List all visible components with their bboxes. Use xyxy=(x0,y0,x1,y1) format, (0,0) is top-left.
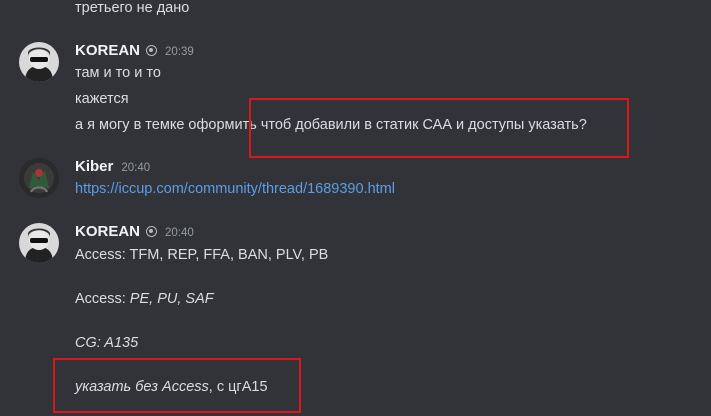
message-text: Access: PE, PU, SAF xyxy=(75,289,214,309)
message-header: Kiber 20:40 xyxy=(75,158,150,175)
italic-text: указать без Access xyxy=(75,379,209,395)
message-text: третьего не дано xyxy=(75,0,190,16)
avatar-korean[interactable] xyxy=(19,223,59,263)
shield-badge-icon[interactable] xyxy=(146,226,158,237)
timestamp[interactable]: 20:40 xyxy=(121,162,150,174)
chat-messages: третьего не дано KOREAN 20:39 там и то и… xyxy=(0,0,711,416)
shield-badge-icon[interactable] xyxy=(146,45,158,56)
avatar-korean[interactable] xyxy=(19,42,59,82)
access-value: PE, PU, SAF xyxy=(129,291,214,307)
message-header: KOREAN 20:40 xyxy=(75,223,194,240)
timestamp[interactable]: 20:39 xyxy=(165,46,194,58)
avatar-image xyxy=(19,158,59,198)
avatar-kiber[interactable] xyxy=(19,158,59,198)
message-text: Access: TFM, REP, FFA, BAN, PLV, PB xyxy=(75,247,329,263)
username[interactable]: KOREAN xyxy=(75,42,140,59)
message-text: а я могу в темке оформить чтоб добавили … xyxy=(75,117,587,133)
message-link[interactable]: https://iccup.com/community/thread/16893… xyxy=(75,179,395,199)
username[interactable]: Kiber xyxy=(75,158,113,175)
message-text: указать без Access, с цгА15 xyxy=(75,377,268,397)
avatar-image xyxy=(19,223,59,263)
access-label: Access: xyxy=(75,291,130,307)
message-header: KOREAN 20:39 xyxy=(75,42,194,59)
plain-text: , с цгА15 xyxy=(208,379,268,395)
avatar-image xyxy=(19,42,59,82)
username[interactable]: KOREAN xyxy=(75,223,140,240)
message-text: там и то и то xyxy=(75,65,161,81)
message-text: кажется xyxy=(75,91,129,107)
timestamp[interactable]: 20:40 xyxy=(165,227,194,239)
message-text: CG: A135 xyxy=(75,335,139,351)
